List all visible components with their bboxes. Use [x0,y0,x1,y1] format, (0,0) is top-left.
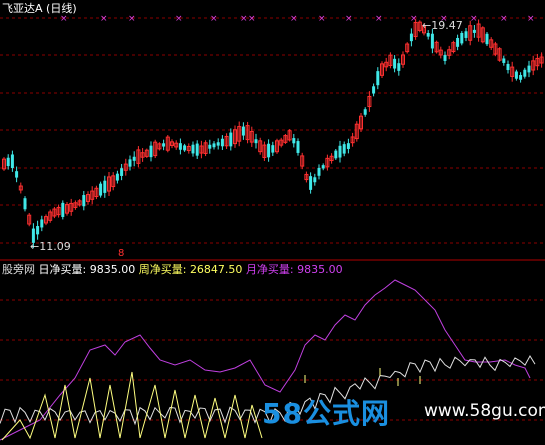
signal-marker: × [375,14,383,24]
candle-body [372,86,376,94]
site-label: 股旁网 [2,263,35,276]
indicator-header: 股旁网 日净买量: 9835.00 周净买量: 26847.50 月净买量: 9… [2,263,343,276]
candle-body [267,143,271,158]
candle-body [10,154,14,169]
signal-marker: × [240,14,248,24]
candle-body [191,144,195,154]
candle-body [527,65,531,73]
candle-body [346,143,350,149]
candle-body [99,183,103,196]
candle-body [363,109,367,115]
watermark-brand: 58公式网 [262,397,390,430]
candle-body [254,139,258,144]
candle-body [460,32,464,44]
candle-body [120,168,124,176]
signal-marker: × [500,14,508,24]
red-marker: 8 [118,248,125,259]
signal-marker: × [100,14,108,24]
candle-body [216,142,220,146]
candle-body [485,33,489,45]
daily-net-buy-label: 日净买量: [38,263,87,276]
candle-body [334,150,338,159]
candle-body [519,75,523,80]
candle-body [40,219,44,228]
candlestick-chart[interactable]: × × × × × × × × × × × × × × × × [0,0,545,445]
stock-name: 飞亚达A [2,2,43,15]
candle-body [61,202,65,217]
candle-body [430,33,434,49]
monthly-net-buy-value: 9835.00 [297,263,343,276]
signal-marker: × [318,14,326,24]
candle-body [502,58,506,63]
period-label: (日线) [46,2,77,15]
candle-body [115,173,119,181]
candle-body [212,143,216,148]
signal-marker: × [345,14,353,24]
candle-body [6,157,10,167]
high-price-label: ←19.47 [422,19,463,32]
candle-body [229,132,233,147]
candle-body [82,195,86,207]
candle-body [456,37,460,47]
candle-body [309,176,313,190]
candle-body [523,69,527,77]
candle-body [271,145,275,153]
candle-body [292,138,296,144]
weekly-net-buy-label: 周净买量: [138,263,187,276]
candle-body [220,138,224,147]
signal-marker: × [175,14,183,24]
candle-body [313,177,317,183]
candle-body [23,198,27,210]
candle-body [443,55,447,61]
signal-marker: × [60,14,68,24]
candle-body [36,226,40,235]
candle-body [464,31,468,38]
signal-marker: × [128,14,136,24]
candle-body [241,126,245,136]
candle-body [183,145,187,151]
candle-body [393,58,397,69]
candle-body [376,71,380,86]
candle-body [15,171,19,178]
candle-body [426,32,430,37]
candle-body [472,29,476,33]
signal-marker: × [210,14,218,24]
weekly-net-buy-line [1,371,263,441]
candle-body [514,71,518,79]
candle-body [342,144,346,154]
candle-body [397,63,401,71]
weekly-net-buy-value: 26847.50 [189,263,243,276]
watermark-url: www.58gu.com [424,401,545,421]
candle-body [149,145,153,158]
signal-marker: × [248,14,256,24]
stock-title: 飞亚达A (日线) [2,2,77,15]
low-price-label: ←11.09 [30,240,71,253]
daily-net-buy-value: 9835.00 [89,263,136,276]
monthly-net-buy-label: 月净买量: [245,263,294,276]
candle-body [506,63,510,71]
signal-marker: × [527,14,535,24]
candle-body [338,145,342,158]
signal-marker: × [290,14,298,24]
candle-body [178,143,182,150]
candle-body [321,165,325,169]
candle-body [195,143,199,156]
candle-body [132,156,136,161]
signal-marker: × [470,14,478,24]
candle-body [208,144,212,149]
candle-body [409,33,413,42]
candle-body [162,143,166,147]
candle-body [128,159,132,167]
candle-body [103,180,107,193]
candle-body [317,167,321,176]
candle-body [296,141,300,153]
